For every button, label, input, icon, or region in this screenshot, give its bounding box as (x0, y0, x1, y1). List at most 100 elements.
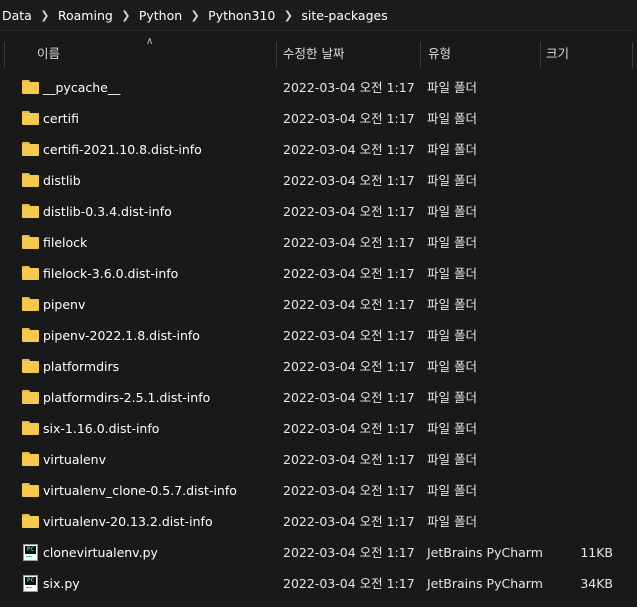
scrollbar[interactable] (633, 30, 637, 607)
file-type: 파일 폴더 (427, 421, 477, 436)
file-name: certifi-2021.10.8.dist-info (43, 142, 202, 157)
breadcrumb-item-python310[interactable]: Python310 (206, 8, 277, 23)
file-name: pipenv (43, 297, 86, 312)
file-name: six-1.16.0.dist-info (43, 421, 160, 436)
modified-date: 2022-03-04 오전 1:17 (283, 514, 415, 529)
chevron-right-icon[interactable]: ❯ (115, 9, 137, 22)
list-item[interactable]: platformdirs-2.5.1.dist-info 2022-03-04 오… (0, 382, 637, 413)
modified-date: 2022-03-04 오전 1:17 (283, 359, 415, 374)
file-type: 파일 폴더 (427, 80, 477, 95)
modified-date: 2022-03-04 오전 1:17 (283, 142, 415, 157)
list-item[interactable]: PC six.py 2022-03-04 오전 1:17 JetBrains PyCh… (0, 568, 637, 599)
file-size: 11KB (580, 545, 613, 560)
column-header-type[interactable]: 유형 (428, 38, 451, 70)
file-name: filelock (43, 235, 88, 250)
breadcrumb-item-roaming[interactable]: Roaming (56, 8, 115, 23)
folder-icon (22, 142, 39, 157)
column-header-date[interactable]: 수정한 날짜 (283, 38, 344, 70)
modified-date: 2022-03-04 오전 1:17 (283, 576, 415, 591)
file-type: 파일 폴더 (427, 266, 477, 281)
list-item[interactable]: pipenv 2022-03-04 오전 1:17 파일 폴더 (0, 289, 637, 320)
file-name: virtualenv_clone-0.5.7.dist-info (43, 483, 237, 498)
breadcrumb-item-data[interactable]: Data (0, 8, 34, 23)
column-divider[interactable] (420, 42, 421, 68)
file-type: 파일 폴더 (427, 328, 477, 343)
folder-icon (22, 204, 39, 219)
folder-icon (22, 235, 39, 250)
file-name: distlib-0.3.4.dist-info (43, 204, 172, 219)
folder-icon (22, 266, 39, 281)
file-type: 파일 폴더 (427, 390, 477, 405)
file-name: __pycache__ (43, 80, 121, 95)
file-name: six.py (43, 576, 80, 591)
file-type: 파일 폴더 (427, 297, 477, 312)
folder-icon (22, 421, 39, 436)
chevron-right-icon[interactable]: ❯ (184, 9, 206, 22)
file-type: 파일 폴더 (427, 142, 477, 157)
file-name: certifi (43, 111, 79, 126)
folder-icon (22, 173, 39, 188)
file-name: filelock-3.6.0.dist-info (43, 266, 179, 281)
file-type: JetBrains PyCharm (427, 576, 543, 591)
file-type: JetBrains PyCharm (427, 545, 543, 560)
modified-date: 2022-03-04 오전 1:17 (283, 390, 415, 405)
file-type: 파일 폴더 (427, 235, 477, 250)
column-header-name[interactable]: 이름 (37, 38, 60, 70)
folder-icon (22, 328, 39, 343)
list-item[interactable]: filelock 2022-03-04 오전 1:17 파일 폴더 (0, 227, 637, 258)
pycharm-file-icon: PC (23, 544, 38, 561)
list-item[interactable]: PC clonevirtualenv.py 2022-03-04 오전 1:17 Je… (0, 537, 637, 568)
column-divider[interactable] (540, 42, 541, 68)
file-type: 파일 폴더 (427, 173, 477, 188)
file-name: pipenv-2022.1.8.dist-info (43, 328, 200, 343)
file-type: 파일 폴더 (427, 204, 477, 219)
modified-date: 2022-03-04 오전 1:17 (283, 328, 415, 343)
folder-icon (22, 111, 39, 126)
modified-date: 2022-03-04 오전 1:17 (283, 452, 415, 467)
file-type: 파일 폴더 (427, 452, 477, 467)
folder-icon (22, 390, 39, 405)
file-name: clonevirtualenv.py (43, 545, 158, 560)
modified-date: 2022-03-04 오전 1:17 (283, 266, 415, 281)
folder-icon (22, 514, 39, 529)
folder-icon (22, 359, 39, 374)
list-item[interactable]: pipenv-2022.1.8.dist-info 2022-03-04 오전 1… (0, 320, 637, 351)
sort-ascending-caret-icon: ∧ (146, 36, 154, 47)
folder-icon (22, 297, 39, 312)
modified-date: 2022-03-04 오전 1:17 (283, 421, 415, 436)
list-item[interactable]: distlib 2022-03-04 오전 1:17 파일 폴더 (0, 165, 637, 196)
list-item[interactable]: virtualenv 2022-03-04 오전 1:17 파일 폴더 (0, 444, 637, 475)
list-item[interactable]: __pycache__ 2022-03-04 오전 1:17 파일 폴더 (0, 72, 637, 103)
column-header-size[interactable]: 크기 (546, 38, 569, 70)
file-size: 34KB (580, 576, 613, 591)
column-divider (4, 42, 5, 68)
folder-icon (22, 452, 39, 467)
breadcrumb-item-site-packages[interactable]: site-packages (299, 8, 389, 23)
list-item[interactable]: certifi-2021.10.8.dist-info 2022-03-04 오전… (0, 134, 637, 165)
chevron-right-icon[interactable]: ❯ (277, 9, 299, 22)
modified-date: 2022-03-04 오전 1:17 (283, 173, 415, 188)
modified-date: 2022-03-04 오전 1:17 (283, 80, 415, 95)
file-explorer-window: Data ❯ Roaming ❯ Python ❯ Python310 ❯ si… (0, 0, 637, 607)
list-item[interactable]: six-1.16.0.dist-info 2022-03-04 오전 1:17 파일… (0, 413, 637, 444)
file-type: 파일 폴더 (427, 514, 477, 529)
folder-icon (22, 483, 39, 498)
list-item[interactable]: virtualenv-20.13.2.dist-info 2022-03-04 오… (0, 506, 637, 537)
modified-date: 2022-03-04 오전 1:17 (283, 111, 415, 126)
file-type: 파일 폴더 (427, 483, 477, 498)
chevron-right-icon[interactable]: ❯ (34, 9, 56, 22)
breadcrumb-item-python[interactable]: Python (137, 8, 184, 23)
list-item[interactable]: platformdirs 2022-03-04 오전 1:17 파일 폴더 (0, 351, 637, 382)
breadcrumb: Data ❯ Roaming ❯ Python ❯ Python310 ❯ si… (0, 0, 637, 31)
file-name: platformdirs-2.5.1.dist-info (43, 390, 211, 405)
column-header: 이름 수정한 날짜 유형 크기 (0, 38, 637, 70)
folder-icon (22, 80, 39, 95)
file-type: 파일 폴더 (427, 359, 477, 374)
column-divider[interactable] (276, 42, 277, 68)
list-item[interactable]: certifi 2022-03-04 오전 1:17 파일 폴더 (0, 103, 637, 134)
list-item[interactable]: virtualenv_clone-0.5.7.dist-info 2022-03-… (0, 475, 637, 506)
list-item[interactable]: filelock-3.6.0.dist-info 2022-03-04 오전 1:… (0, 258, 637, 289)
modified-date: 2022-03-04 오전 1:17 (283, 483, 415, 498)
list-item[interactable]: distlib-0.3.4.dist-info 2022-03-04 오전 1:1… (0, 196, 637, 227)
file-list: __pycache__ 2022-03-04 오전 1:17 파일 폴더 certif… (0, 72, 637, 599)
